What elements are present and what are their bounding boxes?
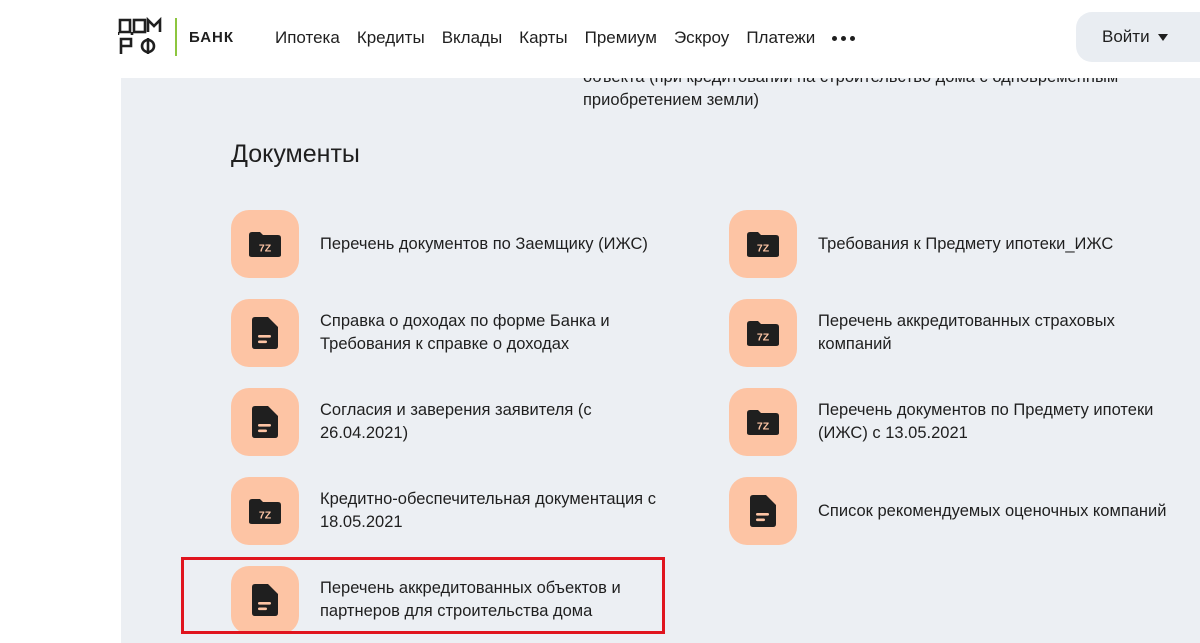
document-icon [231,299,299,367]
document-label-line: 26.04.2021) [320,424,409,442]
archive-7z-label: 7Z [757,243,770,255]
document-item[interactable]: Список рекомендуемых оценочных компаний [729,477,1166,545]
document-label-line: компаний [818,335,892,353]
document-label-line: Кредитно-обеспечительная документация с [320,490,656,508]
document-label-line: Требования к Предмету ипотеки_ИЖС [818,234,1114,253]
site-header: БАНК Ипотека Кредиты Вклады Карты Премиу… [0,0,1200,78]
document-label: Список рекомендуемых оценочных компаний [818,500,1166,523]
archive-7z-icon: 7Z [231,210,299,278]
document-label-line: (ИЖС) с 13.05.2021 [818,424,968,442]
nav-cards[interactable]: Карты [519,28,567,48]
document-label-line: Перечень документов по Предмету ипотеки [818,401,1154,419]
nav-premium[interactable]: Премиум [585,28,657,48]
main-nav: Ипотека Кредиты Вклады Карты Премиум Эск… [275,27,856,49]
document-label: Перечень документов по Предмету ипотеки (… [818,399,1153,445]
document-label-line: партнеров для строительства дома [320,602,593,620]
nav-escrow[interactable]: Эскроу [674,28,729,48]
document-label-line: 18.05.2021 [320,513,403,531]
document-label: Справка о доходах по форме Банка и Требов… [320,310,610,356]
document-label: Перечень аккредитованных страховых компан… [818,310,1115,356]
document-icon [231,566,299,634]
document-label-line: Перечень документов по Заемщику (ИЖС) [320,234,648,253]
description-line: приобретением земли) [583,91,759,109]
document-label-line: Перечень аккредитованных объектов и [320,579,621,597]
archive-7z-label: 7Z [259,510,272,522]
document-item[interactable]: 7Z Требования к Предмету ипотеки_ИЖС [729,210,1113,278]
login-button[interactable]: Войти [1076,12,1200,62]
document-item[interactable]: 7Z Перечень документов по Предмету ипотек… [729,388,1153,456]
nav-deposits[interactable]: Вклады [442,28,502,48]
nav-mortgage[interactable]: Ипотека [275,28,340,48]
archive-7z-icon: 7Z [729,388,797,456]
archive-7z-icon: 7Z [231,477,299,545]
document-label-line: Список рекомендуемых оценочных компаний [818,501,1167,520]
document-label: Перечень документов по Заемщику (ИЖС) [320,233,648,256]
archive-7z-label: 7Z [259,243,272,255]
logo-divider [175,18,177,56]
document-icon [729,477,797,545]
domrf-logo[interactable] [118,16,162,56]
documents-title: Документы [231,140,360,168]
document-icon [231,388,299,456]
nav-credits[interactable]: Кредиты [357,28,425,48]
document-label-line: Справка о доходах по форме Банка и [320,312,610,330]
document-label-line: Согласия и заверения заявителя (с [320,401,592,419]
document-item[interactable]: 7Z Перечень документов по Заемщику (ИЖС) [231,210,648,278]
archive-7z-label: 7Z [757,332,770,344]
document-label: Требования к Предмету ипотеки_ИЖС [818,233,1113,256]
document-item[interactable]: 7Z Перечень аккредитованных страховых комп… [729,299,1115,367]
nav-payments[interactable]: Платежи [746,28,815,48]
document-label: Перечень аккредитованных объектов и партн… [320,577,621,623]
login-label: Войти [1102,27,1150,46]
document-label: Согласия и заверения заявителя (с 26.04.2… [320,399,592,445]
bank-label: БАНК [189,29,235,46]
document-label-line: Перечень аккредитованных страховых [818,312,1115,330]
archive-7z-icon: 7Z [729,210,797,278]
document-item[interactable]: Справка о доходах по форме Банка и Требов… [231,299,610,367]
archive-7z-label: 7Z [757,421,770,433]
archive-7z-icon: 7Z [729,299,797,367]
document-item[interactable]: Согласия и заверения заявителя (с 26.04.2… [231,388,592,456]
more-dots-icon[interactable] [832,32,856,45]
caret-down-icon [1157,33,1168,41]
document-item[interactable]: 7Z Кредитно-обеспечительная документация … [231,477,656,545]
document-label-line: Требования к справке о доходах [320,335,570,353]
document-label: Кредитно-обеспечительная документация с 1… [320,488,656,534]
document-item[interactable]: Перечень аккредитованных объектов и партн… [231,566,621,634]
